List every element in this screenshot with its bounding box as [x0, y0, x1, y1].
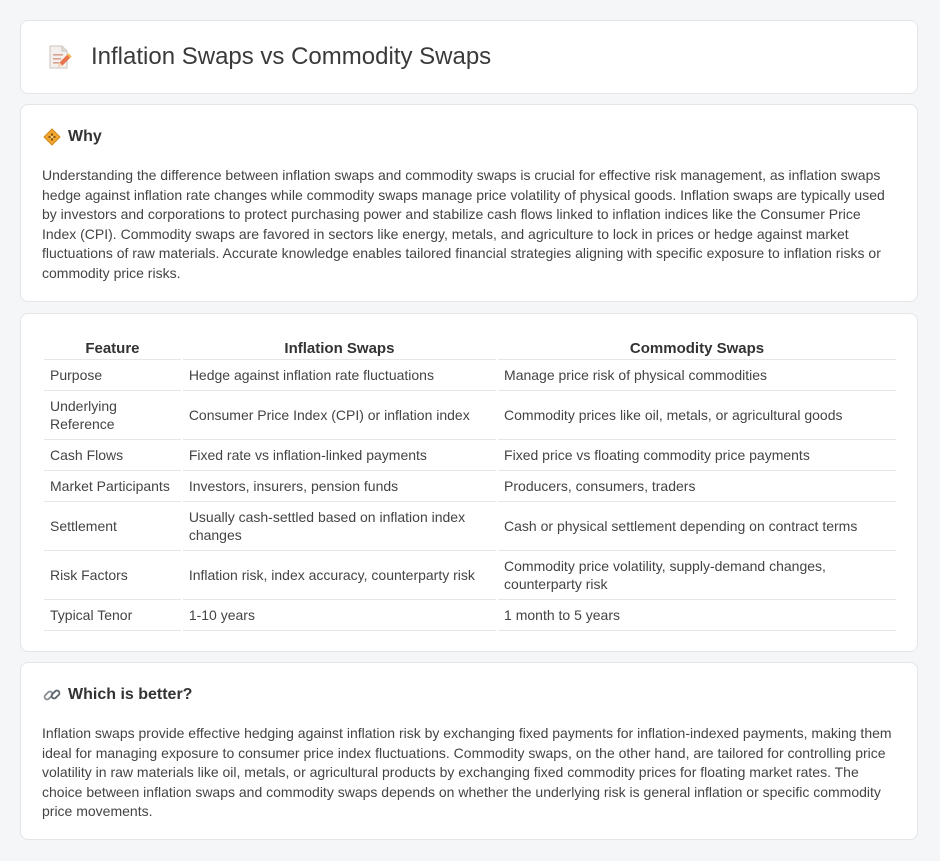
cell-commodity: Fixed price vs floating commodity price … — [498, 440, 896, 471]
table-row: Underlying Reference Consumer Price Inde… — [44, 391, 896, 440]
table-row: Typical Tenor 1-10 years 1 month to 5 ye… — [44, 600, 896, 631]
why-title: Why — [68, 128, 102, 145]
better-title: Which is better? — [68, 686, 193, 703]
cell-commodity: 1 month to 5 years — [498, 600, 896, 631]
why-text: Understanding the difference between inf… — [42, 167, 885, 281]
cell-inflation: Hedge against inflation rate fluctuation… — [182, 360, 497, 391]
cell-inflation: 1-10 years — [182, 600, 497, 631]
cell-inflation: Consumer Price Index (CPI) or inflation … — [182, 391, 497, 440]
table-row: Risk Factors Inflation risk, index accur… — [44, 551, 896, 600]
cell-inflation: Usually cash-settled based on inflation … — [182, 502, 497, 551]
cell-inflation: Investors, insurers, pension funds — [182, 471, 497, 502]
cell-commodity: Producers, consumers, traders — [498, 471, 896, 502]
diamond-sign-icon — [43, 128, 61, 146]
why-heading: Why — [42, 127, 102, 147]
table-row: Cash Flows Fixed rate vs inflation-linke… — [44, 440, 896, 471]
table-row: Purpose Hedge against inflation rate flu… — [44, 360, 896, 391]
cell-commodity: Commodity price volatility, supply-deman… — [498, 551, 896, 600]
cell-commodity: Cash or physical settlement depending on… — [498, 502, 896, 551]
cell-feature: Risk Factors — [44, 551, 181, 600]
table-row: Market Participants Investors, insurers,… — [44, 471, 896, 502]
header-commodity-swaps: Commodity Swaps — [498, 336, 896, 360]
cell-feature: Underlying Reference — [44, 391, 181, 440]
better-heading: Which is better? — [42, 685, 192, 705]
document-pencil-icon — [49, 45, 72, 69]
cell-feature: Cash Flows — [44, 440, 181, 471]
header-inflation-swaps: Inflation Swaps — [182, 336, 497, 360]
cell-feature: Market Participants — [44, 471, 181, 502]
link-icon — [43, 689, 61, 701]
cell-feature: Settlement — [44, 502, 181, 551]
title-row: Inflation Swaps vs Commodity Swaps — [45, 43, 491, 71]
which-is-better-section: Which is better? Inflation swaps provide… — [20, 662, 918, 840]
header-card: Inflation Swaps vs Commodity Swaps — [20, 20, 918, 94]
better-text: Inflation swaps provide effective hedgin… — [42, 725, 892, 819]
cell-feature: Typical Tenor — [44, 600, 181, 631]
cell-feature: Purpose — [44, 360, 181, 391]
page-title: Inflation Swaps vs Commodity Swaps — [91, 43, 492, 70]
comparison-card: Feature Inflation Swaps Commodity Swaps … — [20, 313, 918, 652]
why-section: Why Understanding the difference between… — [20, 104, 918, 302]
table-header-row: Feature Inflation Swaps Commodity Swaps — [44, 336, 896, 360]
cell-commodity: Manage price risk of physical commoditie… — [498, 360, 896, 391]
comparison-table: Feature Inflation Swaps Commodity Swaps … — [42, 336, 898, 631]
header-feature: Feature — [44, 336, 181, 360]
cell-commodity: Commodity prices like oil, metals, or ag… — [498, 391, 896, 440]
cell-inflation: Inflation risk, index accuracy, counterp… — [182, 551, 497, 600]
cell-inflation: Fixed rate vs inflation-linked payments — [182, 440, 497, 471]
table-row: Settlement Usually cash-settled based on… — [44, 502, 896, 551]
